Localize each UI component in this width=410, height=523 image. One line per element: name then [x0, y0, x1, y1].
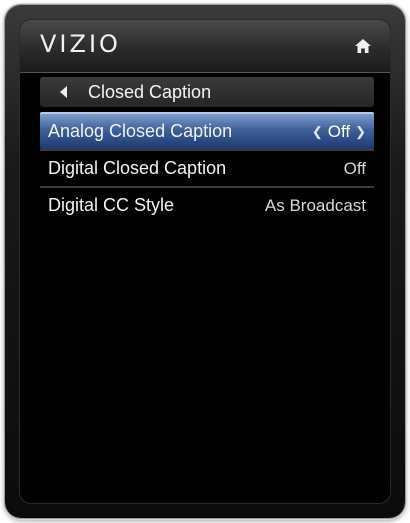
menu-item-digital-cc-style[interactable]: Digital CC Style As Broadcast [40, 186, 374, 223]
chevron-left-icon[interactable]: ❮ [312, 124, 323, 140]
chevron-right-icon[interactable]: ❯ [355, 124, 366, 140]
back-arrow-icon[interactable] [60, 86, 67, 98]
menu-panel: VIZIO Closed Caption Analog Closed Capti… [19, 19, 391, 504]
vizio-logo: VIZIO [40, 30, 121, 58]
menu-item-analog-closed-caption[interactable]: Analog Closed Caption ❮ Off ❯ [40, 112, 374, 149]
home-icon[interactable] [354, 38, 372, 54]
closed-caption-menu: Analog Closed Caption ❮ Off ❯ Digital Cl… [40, 112, 374, 223]
digital-cc-style-value: As Broadcast [264, 195, 366, 215]
menu-item-label: Digital Closed Caption [48, 158, 227, 178]
menu-item-value: ❮ Off ❯ [312, 122, 366, 142]
menu-item-digital-closed-caption[interactable]: Digital Closed Caption Off [40, 149, 374, 186]
digital-cc-value: Off [343, 158, 366, 178]
breadcrumb-back[interactable]: Closed Caption [40, 77, 374, 107]
breadcrumb-label: Closed Caption [88, 81, 212, 102]
menu-item-label: Digital CC Style [48, 195, 175, 215]
menu-item-label: Analog Closed Caption [48, 121, 233, 141]
menu-header: VIZIO [20, 20, 390, 73]
tv-frame: VIZIO Closed Caption Analog Closed Capti… [5, 5, 405, 518]
analog-cc-value: Off [327, 121, 351, 141]
